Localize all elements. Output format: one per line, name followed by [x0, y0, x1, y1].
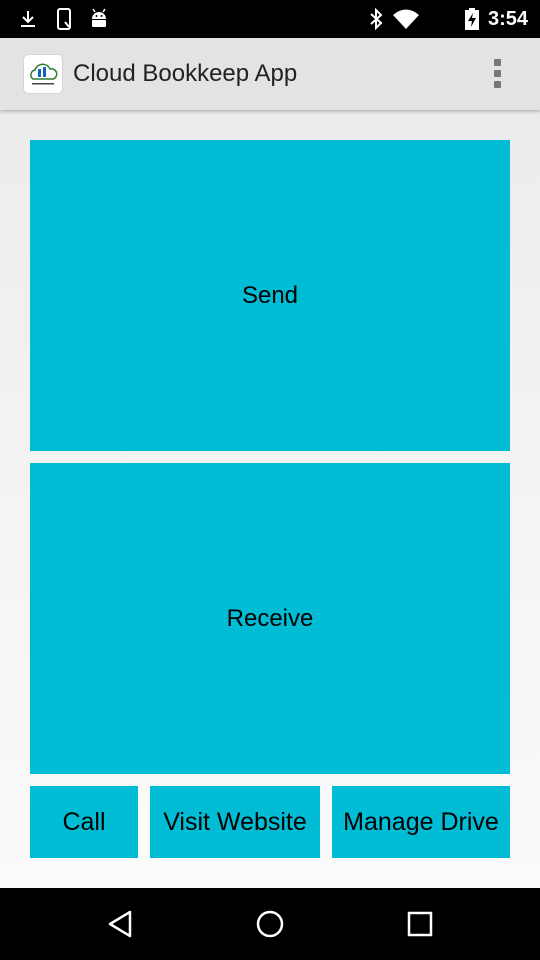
more-vert-icon[interactable] — [486, 58, 510, 90]
receive-button[interactable]: Receive — [30, 463, 510, 774]
send-button-label: Send — [241, 281, 299, 309]
call-button[interactable]: Call — [30, 786, 138, 858]
visit-website-button-label: Visit Website — [163, 807, 307, 836]
wifi-icon — [393, 9, 419, 29]
recents-icon[interactable] — [404, 908, 436, 940]
back-icon[interactable] — [104, 908, 136, 940]
battery-charging-icon — [465, 8, 479, 30]
android-icon — [92, 8, 106, 27]
status-bar: 3:54 — [0, 0, 540, 38]
manage-drive-button[interactable]: Manage Drive — [332, 786, 510, 858]
call-button-label: Call — [62, 807, 106, 836]
bluetooth-icon — [370, 7, 383, 31]
main-content: Send Receive Call Visit Website Manage D… — [0, 110, 540, 888]
app-title: Cloud Bookkeep App — [73, 60, 298, 87]
download-icon — [21, 11, 35, 27]
phone-icon — [57, 8, 71, 30]
home-icon[interactable] — [254, 908, 286, 940]
navigation-bar — [0, 888, 540, 960]
visit-website-button[interactable]: Visit Website — [150, 786, 320, 858]
status-time: 3:54 — [487, 8, 528, 30]
action-bar: Cloud Bookkeep App — [0, 38, 540, 110]
receive-button-label: Receive — [226, 604, 314, 632]
send-button[interactable]: Send — [30, 140, 510, 451]
manage-drive-button-label: Manage Drive — [343, 807, 499, 836]
cloud-bookkeeping-logo-icon — [24, 55, 62, 93]
